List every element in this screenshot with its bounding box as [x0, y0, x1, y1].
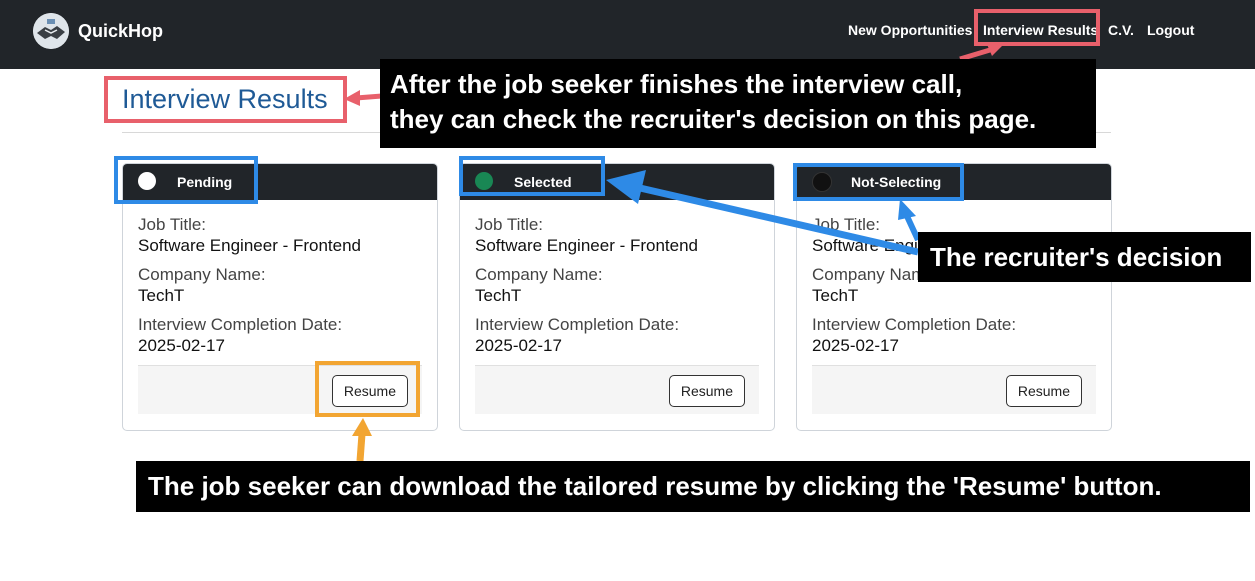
arrow-to-title-head [344, 90, 360, 106]
status-label: Not-Selecting [851, 174, 942, 190]
company-name-value: TechT [138, 286, 185, 305]
card-footer: Resume [812, 365, 1096, 414]
result-card: Not-Selecting Job Title: Software Engine… [796, 163, 1112, 431]
nav-cv[interactable]: C.V. [1108, 22, 1134, 38]
job-title-label: Job Title: [138, 215, 207, 234]
page-title: Interview Results [122, 84, 328, 114]
job-title-value: Software Engineer - Frontend [138, 236, 362, 255]
completion-date-label: Interview Completion Date: [812, 315, 1017, 334]
card-header: Selected [460, 164, 774, 200]
handshake-logo-icon [33, 13, 69, 49]
result-card: Pending Job Title: Software Engineer - F… [122, 163, 438, 431]
company-name-label: Company Name: [475, 265, 603, 284]
company-name-label: Company Name: [138, 265, 266, 284]
completion-date-value: 2025-02-17 [138, 336, 225, 355]
callout-decision: The recruiter's decision [918, 232, 1251, 282]
card-footer: Resume [138, 365, 422, 414]
completion-date-value: 2025-02-17 [812, 336, 899, 355]
callout-resume: The job seeker can download the tailored… [136, 461, 1250, 512]
callout-intro: After the job seeker finishes the interv… [380, 59, 1096, 148]
card-header: Pending [123, 164, 437, 200]
resume-button[interactable]: Resume [331, 375, 408, 407]
nav-logout[interactable]: Logout [1147, 22, 1194, 38]
brand[interactable]: QuickHop [33, 13, 163, 49]
status-dot-icon [138, 172, 156, 190]
nav-new-opportunities[interactable]: New Opportunities [848, 22, 972, 38]
card-header: Not-Selecting [797, 164, 1111, 200]
completion-date-label: Interview Completion Date: [475, 315, 680, 334]
job-title-value: Software Engineer - Frontend [475, 236, 699, 255]
status-dot-icon [475, 172, 493, 190]
arrow-to-title [355, 93, 383, 101]
resume-button[interactable]: Resume [668, 375, 745, 407]
result-card: Selected Job Title: Software Engineer - … [459, 163, 775, 431]
company-name-value: TechT [812, 286, 859, 305]
card-footer: Resume [475, 365, 759, 414]
arrow-to-resume [356, 433, 366, 462]
nav-interview-results[interactable]: Interview Results [983, 22, 1098, 38]
brand-name: QuickHop [78, 20, 164, 41]
resume-button[interactable]: Resume [1005, 375, 1082, 407]
status-dot-icon [812, 172, 832, 192]
completion-date-label: Interview Completion Date: [138, 315, 343, 334]
status-label: Selected [514, 174, 572, 190]
callout-intro-line2: they can check the recruiter's decision … [390, 104, 1037, 134]
company-name-value: TechT [475, 286, 522, 305]
job-title-label: Job Title: [475, 215, 544, 234]
status-label: Pending [177, 174, 233, 190]
completion-date-value: 2025-02-17 [475, 336, 562, 355]
callout-intro-line1: After the job seeker finishes the interv… [390, 69, 963, 99]
